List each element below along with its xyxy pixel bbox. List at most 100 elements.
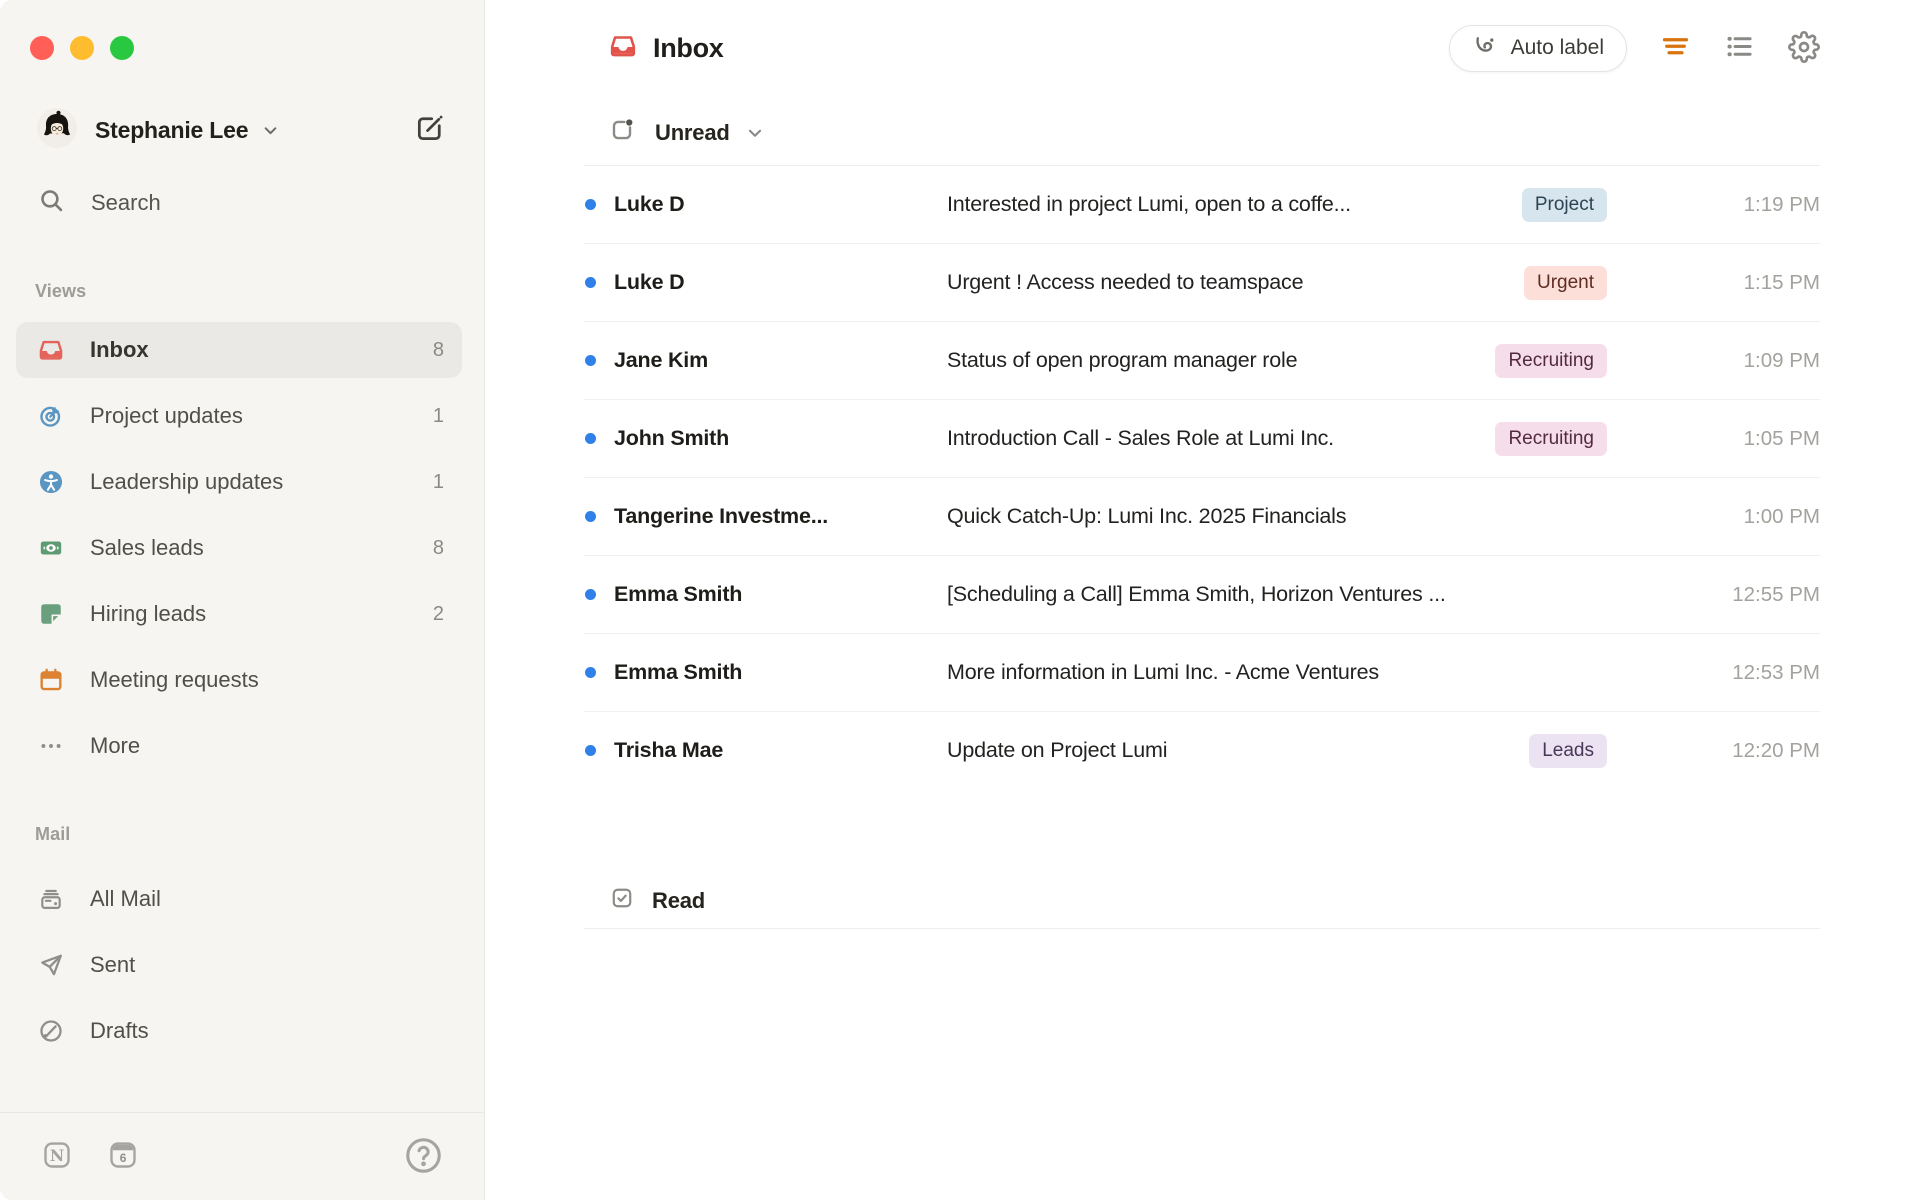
settings-button[interactable] (1788, 30, 1820, 66)
email-list: Luke D Interested in project Lumi, open … (584, 166, 1820, 789)
unread-count: 1 (432, 404, 444, 427)
target-icon (38, 403, 64, 429)
email-time: 1:09 PM (1743, 348, 1820, 372)
email-label-badge: Recruiting (1495, 343, 1607, 378)
compose-icon (413, 112, 446, 148)
email-row[interactable]: Emma Smith [Scheduling a Call] Emma Smit… (584, 556, 1820, 634)
sidebar-footer: N 6 (0, 1112, 484, 1200)
email-sender: Trisha Mae (614, 738, 724, 762)
unread-count: 2 (432, 602, 444, 625)
banknote-icon (38, 535, 64, 561)
compose-button[interactable] (413, 112, 446, 148)
email-label-badge: Leads (1529, 733, 1607, 768)
minimize-window-button[interactable] (70, 36, 94, 60)
unread-dot (585, 199, 596, 210)
unread-dot (585, 745, 596, 756)
auto-label-icon (1472, 32, 1499, 65)
email-subject: [Scheduling a Call] Emma Smith, Horizon … (947, 582, 1446, 606)
email-subject: More information in Lumi Inc. - Acme Ven… (947, 660, 1379, 684)
sidebar-nav: Views Inbox 8 Project updates 1 Leadership… (0, 281, 484, 1059)
unread-dot (585, 355, 596, 366)
sidebar-item-all-mail[interactable]: All Mail (16, 871, 462, 927)
email-subject: Urgent ! Access needed to teamspace (947, 270, 1304, 294)
read-group-header[interactable]: Read (584, 873, 1820, 929)
calendar-icon (38, 667, 64, 693)
user-name: Stephanie Lee (95, 116, 249, 143)
accessibility-icon (38, 469, 64, 495)
filter-button[interactable] (1660, 31, 1691, 65)
email-subject-area: [Scheduling a Call] Emma Smith, Horizon … (947, 582, 1632, 607)
sidebar-item-drafts[interactable]: Drafts (16, 1003, 462, 1059)
filter-icon (1660, 31, 1691, 65)
sidebar-item-label: Project updates (90, 403, 243, 428)
email-label-badge: Project (1521, 187, 1607, 222)
read-group-label: Read (652, 887, 705, 913)
calendar-day-icon: 6 (108, 1140, 138, 1173)
email-subject-area: Interested in project Lumi, open to a co… (947, 187, 1632, 222)
email-row[interactable]: Trisha Mae Update on Project Lumi Leads … (584, 712, 1820, 789)
help-icon (403, 1135, 444, 1179)
sidebar-item-inbox[interactable]: Inbox 8 (16, 322, 462, 378)
email-sender: Emma Smith (614, 660, 743, 684)
svg-text:N: N (50, 1146, 64, 1165)
unread-dot-col (584, 277, 614, 288)
auto-label-button[interactable]: Auto label (1448, 24, 1627, 72)
email-time: 1:05 PM (1743, 426, 1820, 450)
unread-count: 8 (432, 536, 444, 559)
notion-app-button[interactable]: N (42, 1140, 72, 1173)
unread-dot (585, 433, 596, 444)
sidebar: Stephanie Lee Search Views Inbox 8 Proje… (0, 0, 485, 1200)
zoom-window-button[interactable] (110, 36, 134, 60)
sidebar-item-sales-leads[interactable]: Sales leads 8 (16, 520, 462, 576)
sidebar-item-meeting-requests[interactable]: Meeting requests (16, 652, 462, 708)
search-icon (38, 187, 65, 219)
email-sender: John Smith (614, 426, 730, 450)
unread-dot-col (584, 433, 614, 444)
help-button[interactable] (403, 1135, 444, 1179)
kanban-icon (38, 601, 64, 627)
email-time: 1:00 PM (1743, 504, 1820, 528)
email-row[interactable]: John Smith Introduction Call - Sales Rol… (584, 400, 1820, 478)
sidebar-item-label: All Mail (90, 886, 161, 911)
unread-dot (585, 277, 596, 288)
sidebar-item-leadership-updates[interactable]: Leadership updates 1 (16, 454, 462, 510)
email-subject-area: Quick Catch-Up: Lumi Inc. 2025 Financial… (947, 504, 1632, 529)
avatar (37, 107, 77, 153)
sidebar-item-more[interactable]: More (16, 718, 462, 774)
list-icon (1724, 31, 1755, 65)
account-switcher[interactable]: Stephanie Lee (37, 105, 446, 155)
sidebar-item-hiring-leads[interactable]: Hiring leads 2 (16, 586, 462, 642)
email-row[interactable]: Tangerine Investme... Quick Catch-Up: Lu… (584, 478, 1820, 556)
sidebar-item-label: Meeting requests (90, 667, 259, 692)
email-row[interactable]: Luke D Urgent ! Access needed to teamspa… (584, 244, 1820, 322)
unread-group-header[interactable]: Unread (584, 96, 1820, 166)
email-sender: Luke D (614, 192, 685, 216)
unread-dot-col (584, 355, 614, 366)
unread-count: 1 (432, 470, 444, 493)
email-subject-area: Status of open program manager role Recr… (947, 343, 1632, 378)
email-row[interactable]: Luke D Interested in project Lumi, open … (584, 166, 1820, 244)
email-subject: Update on Project Lumi (947, 738, 1168, 762)
email-row[interactable]: Jane Kim Status of open program manager … (584, 322, 1820, 400)
email-row[interactable]: Emma Smith More information in Lumi Inc.… (584, 634, 1820, 712)
email-time: 12:55 PM (1732, 582, 1820, 606)
sidebar-item-project-updates[interactable]: Project updates 1 (16, 388, 462, 444)
inbox-icon (38, 337, 64, 363)
email-label-badge: Recruiting (1495, 421, 1607, 456)
more-icon (38, 733, 64, 759)
close-window-button[interactable] (30, 36, 54, 60)
unread-dot-col (584, 511, 614, 522)
calendar-app-button[interactable]: 6 (108, 1140, 138, 1173)
gear-icon (1788, 30, 1820, 66)
sidebar-item-sent[interactable]: Sent (16, 937, 462, 993)
email-subject-area: Urgent ! Access needed to teamspace Urge… (947, 265, 1632, 300)
unread-dot-col (584, 667, 614, 678)
list-view-button[interactable] (1724, 31, 1755, 65)
unread-dot (585, 667, 596, 678)
unread-group: Unread Luke D Interested in project Lumi… (584, 96, 1820, 789)
sidebar-item-label: Hiring leads (90, 601, 207, 626)
sidebar-item-search[interactable]: Search (38, 181, 446, 225)
unread-filter-icon (609, 117, 635, 148)
sidebar-item-label: More (90, 733, 141, 758)
auto-label-label: Auto label (1510, 36, 1604, 59)
